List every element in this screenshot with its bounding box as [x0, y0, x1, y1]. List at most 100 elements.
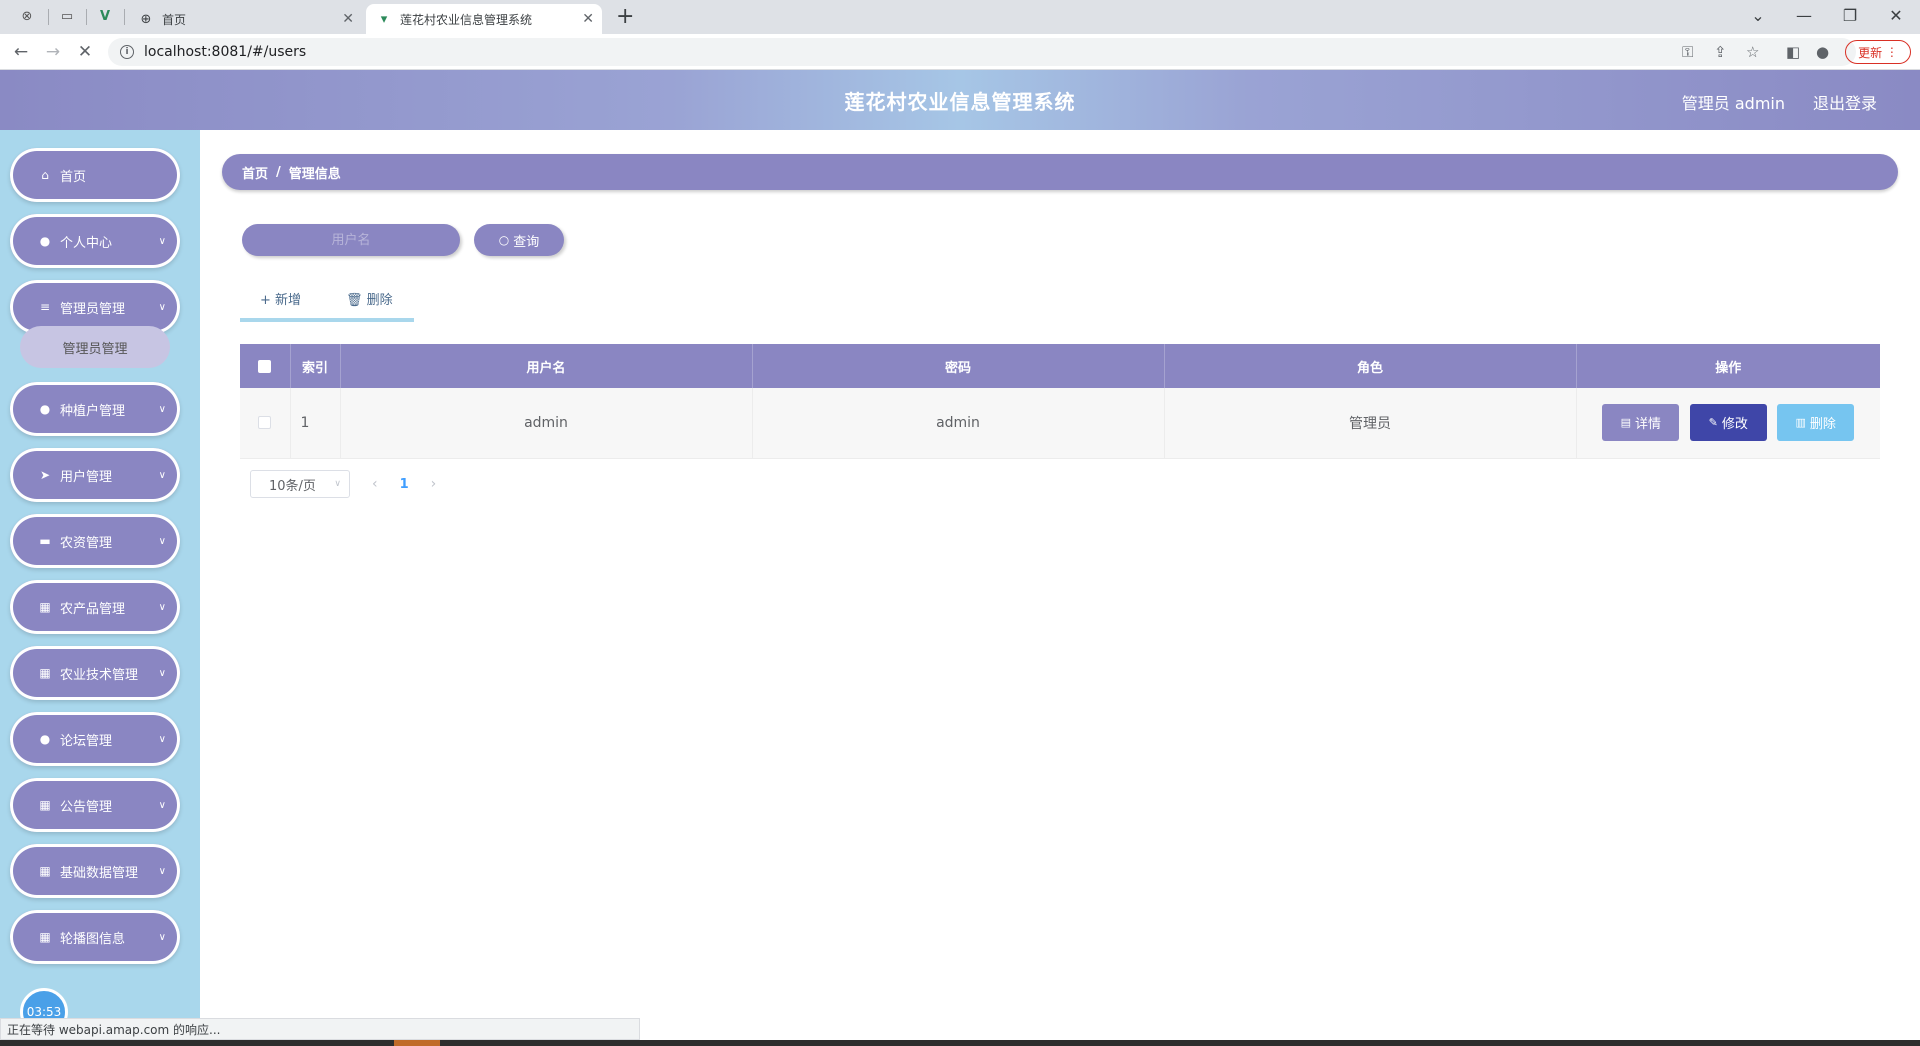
sidebar-item-basic-data[interactable]: ▦ 基础数据管理 ∨ — [10, 844, 180, 898]
new-tab-button[interactable]: + — [616, 4, 634, 30]
pinned-tab-icon[interactable]: ⊗ — [16, 5, 38, 27]
sidebar-item-growers[interactable]: ● 种植户管理 ∨ — [10, 382, 180, 436]
row-delete-button[interactable]: ▥ 删除 — [1777, 404, 1855, 442]
sidebar-item-home[interactable]: ⌂ 首页 — [10, 148, 180, 202]
trash-icon: ▥ — [1795, 416, 1806, 430]
sidebar-item-label: 论坛管理 — [60, 733, 113, 749]
user-icon: ● — [39, 402, 51, 416]
sidebar-item-products[interactable]: ▦ 农产品管理 ∨ — [10, 580, 180, 634]
sidebar-item-label: 个人中心 — [60, 235, 113, 251]
cell-actions: ▤ 详情 ✎ 修改 ▥ 删除 — [1576, 388, 1880, 459]
select-all-checkbox[interactable] — [258, 359, 272, 373]
profile-icon[interactable]: ● — [1816, 43, 1829, 61]
sidebar-item-label: 农产品管理 — [60, 601, 126, 617]
tab-home[interactable]: ⊕ 首页 ✕ — [128, 4, 362, 34]
sidebar-item-users[interactable]: ➤ 用户管理 ∨ — [10, 448, 180, 502]
username-search-input[interactable] — [242, 224, 460, 256]
grid-icon: ▦ — [39, 930, 51, 944]
sidebar-item-label: 公告管理 — [60, 799, 113, 815]
sidebar: ⌂ 首页 ● 个人中心 ∨ ≡ 管理员管理 ∨ 管理员管理 ● 种植户管理 ∨ … — [0, 130, 200, 1046]
grid-icon: ▦ — [39, 798, 51, 812]
sidebar-item-announcements[interactable]: ▦ 公告管理 ∨ — [10, 778, 180, 832]
forward-arrow-icon[interactable]: → — [40, 39, 66, 65]
tab-title: 莲花村农业信息管理系统 — [400, 12, 533, 27]
sidebar-item-forum[interactable]: ● 论坛管理 ∨ — [10, 712, 180, 766]
back-arrow-icon[interactable]: ← — [8, 39, 34, 65]
tab-search-icon[interactable]: ⌄ — [1735, 2, 1781, 30]
chevron-down-icon: ∨ — [158, 469, 166, 481]
chevron-down-icon: ∨ — [158, 865, 166, 877]
restore-button[interactable]: ❐ — [1827, 2, 1873, 30]
sidebar-item-label: 农资管理 — [60, 535, 113, 551]
table-header-row: 索引 用户名 密码 角色 操作 — [240, 344, 1880, 388]
vue-logo-icon[interactable]: V — [94, 5, 116, 27]
share-icon[interactable]: ⇪ — [1714, 43, 1727, 61]
taskbar-active-item — [394, 1040, 440, 1046]
vue-logo-icon: ▾ — [380, 11, 388, 27]
tab-title: 首页 — [162, 12, 187, 27]
tab-divider — [86, 9, 87, 25]
add-button[interactable]: + 新增 — [260, 289, 301, 308]
logout-link[interactable]: 退出登录 — [1813, 90, 1877, 114]
site-info-icon[interactable]: i — [120, 45, 134, 59]
sidebar-item-label: 管理员管理 — [60, 301, 126, 317]
page-number[interactable]: 1 — [400, 477, 409, 492]
bookmark-star-icon[interactable]: ☆ — [1746, 43, 1759, 61]
document-icon: ▤ — [1620, 416, 1631, 430]
url-field[interactable]: i localhost:8081/#/users — [108, 38, 1856, 66]
chevron-down-icon: ∨ — [158, 301, 166, 313]
column-header-actions: 操作 — [1576, 344, 1880, 388]
sidebar-item-techniques[interactable]: ▦ 农业技术管理 ∨ — [10, 646, 180, 700]
breadcrumb-current: 管理信息 — [288, 166, 341, 182]
grid-icon: ▦ — [39, 600, 51, 614]
cell-username: admin — [340, 388, 753, 459]
sidebar-item-label: 轮播图信息 — [60, 931, 126, 947]
column-header-index: 索引 — [290, 344, 341, 388]
next-page-button[interactable]: › — [431, 476, 437, 492]
close-icon[interactable]: ✕ — [342, 11, 354, 27]
sidebar-item-label: 基础数据管理 — [60, 865, 139, 881]
tab-app[interactable]: ▾ 莲花村农业信息管理系统 ✕ — [366, 4, 602, 34]
grid-icon: ▦ — [39, 864, 51, 878]
sidebar-item-label: 首页 — [60, 169, 87, 185]
side-panel-icon[interactable]: ◧ — [1786, 43, 1800, 61]
query-button[interactable]: ○ 查询 — [474, 224, 564, 256]
stop-loading-icon[interactable]: ✕ — [72, 39, 98, 65]
sidebar-item-label: 用户管理 — [60, 469, 113, 485]
close-icon[interactable]: ✕ — [582, 11, 594, 27]
list-icon: ≡ — [39, 300, 51, 314]
page-size-select[interactable]: 10条/页 ∨ — [250, 470, 350, 498]
sidebar-item-label: 农业技术管理 — [60, 667, 139, 683]
key-icon[interactable]: ⚿ — [1682, 43, 1693, 61]
chevron-down-icon: ∨ — [158, 601, 166, 613]
submenu-item-admin[interactable]: 管理员管理 — [20, 326, 170, 368]
chevron-down-icon: ∨ — [158, 235, 166, 247]
sidebar-item-supplies[interactable]: ▬ 农资管理 ∨ — [10, 514, 180, 568]
breadcrumb: 首页 / 管理信息 — [222, 154, 1898, 190]
plus-icon: + — [260, 293, 271, 308]
minimize-button[interactable]: — — [1781, 2, 1827, 30]
batch-delete-button[interactable]: 🗑 删除 — [346, 289, 393, 308]
browser-update-button[interactable]: 更新 ⋮ — [1845, 40, 1911, 64]
cell-index: 1 — [290, 388, 341, 459]
prev-page-button[interactable]: ‹ — [372, 476, 378, 492]
sidebar-item-carousel[interactable]: ▦ 轮播图信息 ∨ — [10, 910, 180, 964]
taskbar-strip — [0, 1040, 1920, 1046]
briefcase-icon: ▬ — [39, 534, 51, 548]
tab-divider — [124, 9, 125, 25]
pinned-tab-icon[interactable]: ▭ — [56, 5, 78, 27]
row-checkbox[interactable] — [258, 416, 272, 430]
column-header-username: 用户名 — [340, 344, 753, 388]
sidebar-item-profile[interactable]: ● 个人中心 ∨ — [10, 214, 180, 268]
breadcrumb-home[interactable]: 首页 — [242, 163, 268, 182]
close-window-button[interactable]: ✕ — [1873, 2, 1919, 30]
column-header-password: 密码 — [752, 344, 1165, 388]
cell-role: 管理员 — [1164, 388, 1577, 459]
chevron-down-icon: ∨ — [158, 535, 166, 547]
pagination: 10条/页 ∨ ‹ 1 › — [250, 470, 436, 498]
column-header-role: 角色 — [1164, 344, 1577, 388]
app-header: 莲花村农业信息管理系统 管理员 admin 退出登录 — [0, 70, 1920, 130]
edit-button[interactable]: ✎ 修改 — [1689, 404, 1767, 442]
detail-button[interactable]: ▤ 详情 — [1602, 404, 1680, 442]
action-toolbar: + 新增 🗑 删除 — [240, 284, 414, 322]
